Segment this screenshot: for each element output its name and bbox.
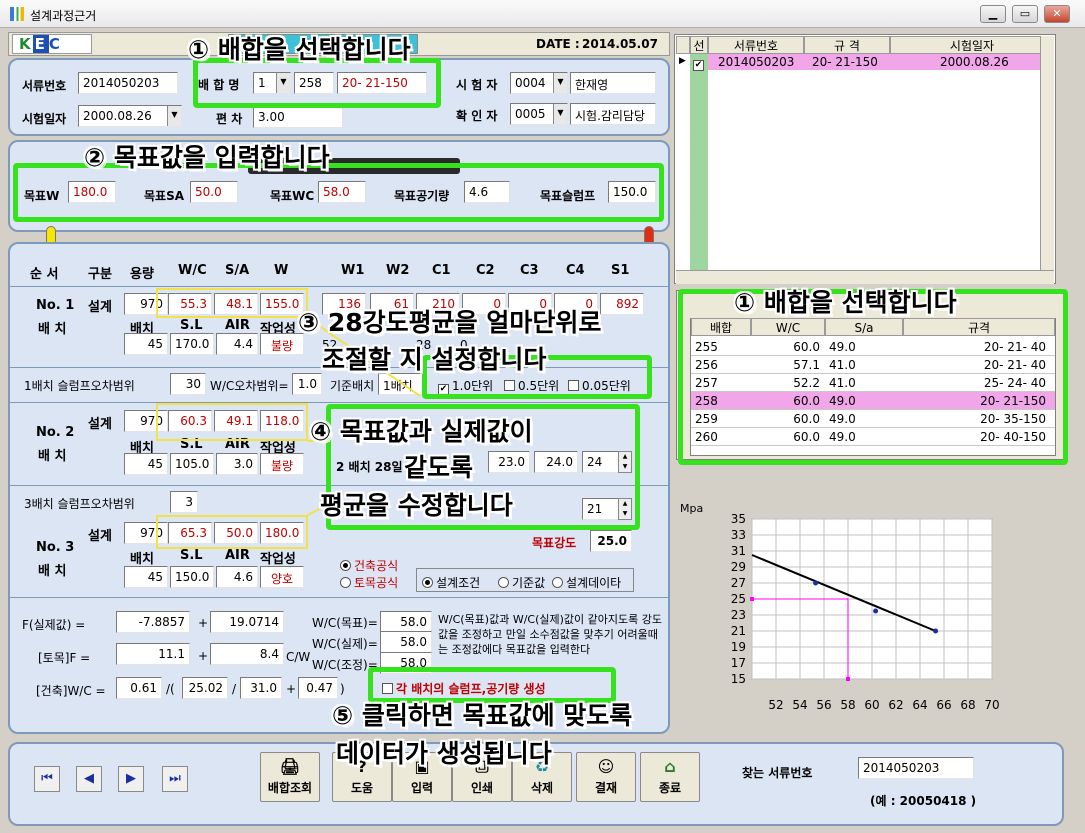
annotation-5a: ⑤ 클릭하면 목표값에 맞도록 xyxy=(332,701,633,730)
annotation-5b: 데이터가 생성됩니다 xyxy=(336,739,552,768)
annotation-2: ② 목표값을 입력합니다 xyxy=(84,143,330,172)
annotation-3b: 조절할 지 설정합니다 xyxy=(322,345,547,374)
annotation-4a: ④ 목표값과 실제값이 xyxy=(310,417,533,446)
annotation-1: ① 배합을 선택합니다 xyxy=(188,35,411,64)
annotation-4c: 평균을 수정합니다 xyxy=(320,491,513,520)
annotation-1b: ① 배합을 선택합니다 xyxy=(734,288,957,317)
annotation-4b: 같도록 xyxy=(404,453,474,482)
annotation-3a: ③ 28강도평균을 얼마단위로 xyxy=(298,308,602,337)
